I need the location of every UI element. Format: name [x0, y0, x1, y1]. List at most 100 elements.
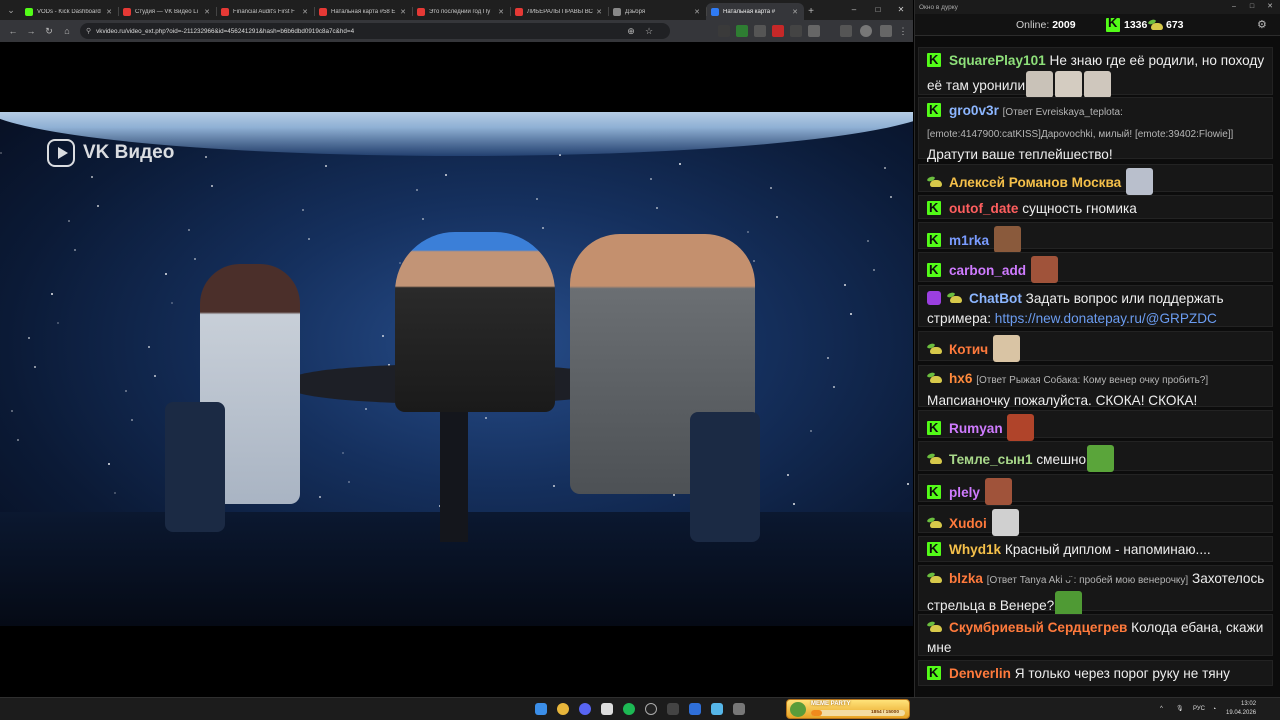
extension-icon[interactable]: [718, 25, 730, 37]
chat-window-title: Окно в дурку: [919, 3, 958, 11]
tab-close-icon[interactable]: ✕: [399, 8, 407, 16]
browser-tab[interactable]: Студия — VK Видео Li ✕: [118, 3, 216, 20]
kick-badge-icon: [927, 663, 941, 683]
kick-badge-icon: [927, 198, 941, 218]
chat-username[interactable]: Xudoi: [949, 516, 987, 531]
star-sparkle: [57, 322, 59, 324]
zoom-icon[interactable]: ⊕: [622, 22, 640, 40]
chat-username[interactable]: ChatBot: [969, 291, 1022, 306]
chat-message-text: сущность гномика: [1022, 201, 1137, 216]
chat-username[interactable]: Скумбриевый Сердцегрев: [949, 620, 1127, 635]
chat-username[interactable]: Котич: [949, 342, 988, 357]
site-info-icon[interactable]: ⚲: [86, 27, 91, 35]
extension-icon[interactable]: [754, 25, 766, 37]
microphone-icon[interactable]: 🎙: [1176, 698, 1184, 720]
new-tab-button[interactable]: +: [804, 3, 818, 20]
chat-username[interactable]: Whyd1k: [949, 542, 1001, 557]
browser-tab[interactable]: Натальная карта # ✕: [706, 3, 804, 20]
star-sparkle: [165, 273, 167, 275]
chat-username[interactable]: hx6: [949, 371, 972, 386]
close-window-button[interactable]: ✕: [889, 0, 913, 20]
browser-tab[interactable]: VODs - Kick Dashboard ✕: [20, 3, 118, 20]
chat-maximize-button[interactable]: □: [1243, 0, 1261, 14]
browser-tab[interactable]: Натальная карта #58 Е ✕: [314, 3, 412, 20]
language-indicator[interactable]: РУС: [1193, 698, 1205, 720]
chat-message: hx6 [Ответ Рыжая Собака: Кому венер очку…: [918, 365, 1273, 408]
notes-taskbar-icon[interactable]: [601, 703, 613, 715]
minimize-button[interactable]: –: [842, 0, 866, 20]
bookmark-star-icon[interactable]: ☆: [640, 22, 658, 40]
tab-close-icon[interactable]: ✕: [497, 8, 505, 16]
reload-button[interactable]: ↻: [40, 22, 58, 40]
browser-tab[interactable]: ЛИБЕРАЛЫ ПРАВЫ ВС ✕: [510, 3, 608, 20]
star-sparkle: [542, 227, 544, 229]
app-taskbar-icon[interactable]: [689, 703, 701, 715]
tab-close-icon[interactable]: ✕: [693, 8, 701, 16]
chat-message: plely: [918, 474, 1273, 505]
extension-icon[interactable]: [790, 25, 802, 37]
extension-icon[interactable]: [772, 25, 784, 37]
browser-tab[interactable]: Дзьбря ✕: [608, 3, 706, 20]
back-button[interactable]: ←: [4, 22, 22, 40]
chat-username[interactable]: carbon_add: [949, 263, 1026, 278]
chat-emote-icon: [993, 226, 1021, 253]
tab-search-icon[interactable]: ⌄: [4, 3, 18, 17]
telegram-taskbar-icon[interactable]: [711, 703, 723, 715]
system-clock[interactable]: 13:02 19.04.2026: [1226, 700, 1256, 718]
chat-username[interactable]: Rumyan: [949, 421, 1003, 436]
chat-link[interactable]: https://new.donatepay.ru/@GRPZDC: [995, 311, 1217, 326]
profile-avatar-icon[interactable]: [860, 25, 872, 37]
start-menu-icon[interactable]: [535, 703, 547, 715]
video-player[interactable]: VK Видео: [0, 42, 913, 697]
chat-message: blzka [Ответ Tanya Aki ᴗ̈ : пробей мою в…: [918, 565, 1273, 618]
chrome-taskbar-icon[interactable]: [557, 703, 569, 715]
subscriber-badge-icon: [927, 517, 943, 529]
chat-close-button[interactable]: ✕: [1261, 0, 1279, 14]
chat-username[interactable]: Алексей Романов Москва: [949, 175, 1121, 190]
spotify-taskbar-icon[interactable]: [623, 703, 635, 715]
settings-gear-icon[interactable]: ⚙: [1257, 18, 1267, 31]
person-center: [395, 232, 555, 412]
meme-party-widget[interactable]: MEME PARTY 1854 / 15000: [786, 699, 910, 719]
tab-close-icon[interactable]: ✕: [595, 8, 603, 16]
forward-button[interactable]: →: [22, 22, 40, 40]
chat-username[interactable]: blzka: [949, 571, 983, 586]
app-taskbar-icon[interactable]: [667, 703, 679, 715]
extension-icon[interactable]: [736, 25, 748, 37]
tab-close-icon[interactable]: ✕: [301, 8, 309, 16]
chat-minimize-button[interactable]: –: [1225, 0, 1243, 14]
tab-title: Это последний год Пу: [429, 8, 491, 15]
chat-username[interactable]: Denverlin: [949, 666, 1011, 681]
tab-favicon-icon: [613, 7, 621, 16]
chat-username[interactable]: Темле_сын1: [949, 452, 1033, 467]
downloads-icon[interactable]: [880, 25, 892, 37]
chat-message: Rumyan: [918, 410, 1273, 441]
tab-close-icon[interactable]: ✕: [791, 8, 799, 16]
star-sparkle: [348, 481, 350, 483]
obs-taskbar-icon[interactable]: [645, 703, 657, 715]
tab-close-icon[interactable]: ✕: [203, 8, 211, 16]
browser-menu-icon[interactable]: ⋮: [897, 25, 909, 37]
extensions-puzzle-icon[interactable]: [808, 25, 820, 37]
discord-taskbar-icon[interactable]: [579, 703, 591, 715]
chat-username[interactable]: outof_date: [949, 201, 1018, 216]
browser-window: ⌄ VODs - Kick Dashboard ✕ Студия — VK Виде…: [0, 0, 913, 697]
maximize-button[interactable]: □: [866, 0, 890, 20]
browser-tab[interactable]: Financial Audit's First F ✕: [216, 3, 314, 20]
widget-progress-text: 1854 / 15000: [870, 710, 899, 715]
star-sparkle: [97, 205, 99, 207]
chat-username[interactable]: plely: [949, 485, 980, 500]
media-icon[interactable]: [840, 25, 852, 37]
home-button[interactable]: ⌂: [58, 22, 76, 40]
tab-close-icon[interactable]: ✕: [105, 8, 113, 16]
browser-tab[interactable]: Это последний год Пу ✕: [412, 3, 510, 20]
wifi-icon[interactable]: ◔: [1212, 698, 1216, 720]
chat-username[interactable]: SquarePlay101: [949, 53, 1046, 68]
chat-username[interactable]: m1rka: [949, 233, 989, 248]
chat-username[interactable]: gro0v3r: [949, 103, 999, 118]
kick-badge-icon: [927, 482, 941, 502]
tray-chevron-icon[interactable]: ^: [1160, 698, 1163, 720]
app-taskbar-icon[interactable]: [733, 703, 745, 715]
address-bar[interactable]: ⚲ vkvideo.ru/video_ext.php?oid=-21123296…: [80, 23, 670, 39]
chat-message: Whyd1k Красный диплом - напоминаю....: [918, 536, 1273, 562]
